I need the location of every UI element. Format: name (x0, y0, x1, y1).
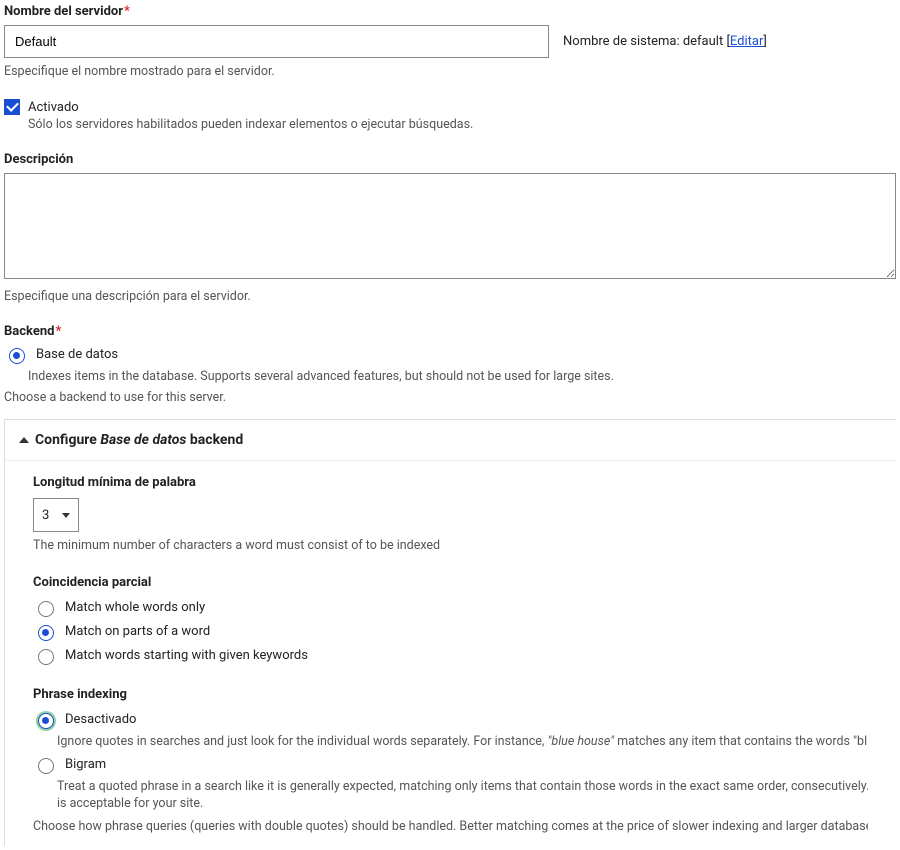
partial-whole-radio[interactable] (38, 601, 54, 617)
phrase-bigram-help: Treat a quoted phrase in a search like i… (57, 779, 868, 794)
server-name-label: Nombre del servidor* (4, 4, 896, 19)
backend-help: Choose a backend to use for this server. (4, 390, 896, 405)
backend-database-label: Base de datos (36, 347, 118, 362)
partial-matching-field: Coincidencia parcial Match whole words o… (33, 575, 868, 665)
min-word-length-label: Longitud mínima de palabra (33, 475, 868, 490)
enabled-checkbox[interactable] (4, 99, 20, 115)
enabled-field: Activado Sólo los servidores habilitados… (4, 99, 896, 132)
backend-database-help: Indexes items in the database. Supports … (28, 369, 896, 384)
phrase-indexing-label: Phrase indexing (33, 687, 868, 702)
configure-backend-panel: Configure Base de datos backend Longitud… (4, 419, 896, 846)
phrase-disabled-label: Desactivado (65, 712, 136, 727)
partial-start-label: Match words starting with given keywords (65, 648, 308, 663)
backend-database-radio[interactable] (9, 348, 25, 364)
server-name-field: Nombre del servidor* Nombre de sistema: … (4, 4, 896, 79)
partial-start-radio[interactable] (38, 649, 54, 665)
system-name-text: Nombre de sistema: default [Editar] (563, 34, 767, 49)
partial-whole-label: Match whole words only (65, 600, 205, 615)
partial-matching-label: Coincidencia parcial (33, 575, 868, 590)
description-label: Descripción (4, 152, 896, 167)
min-word-length-select[interactable]: 3 (33, 498, 79, 532)
configure-backend-toggle[interactable]: Configure Base de datos backend (5, 420, 896, 461)
phrase-bigram-help-line2: is acceptable for your site. (57, 796, 868, 811)
phrase-bigram-radio[interactable] (38, 758, 54, 774)
server-name-input[interactable] (4, 25, 549, 58)
phrase-indexing-help: Choose how phrase queries (queries with … (33, 819, 868, 834)
partial-parts-label: Match on parts of a word (65, 624, 210, 639)
min-word-length-field: Longitud mínima de palabra 3 The minimum… (33, 475, 868, 553)
phrase-bigram-label: Bigram (65, 757, 106, 772)
server-name-help: Especifique el nombre mostrado para el s… (4, 64, 896, 79)
edit-machine-name-link[interactable]: Editar (730, 34, 764, 49)
description-field: Descripción Especifique una descripción … (4, 152, 896, 304)
chevron-down-icon (62, 513, 70, 518)
enabled-label: Activado (28, 100, 79, 115)
min-word-length-value: 3 (42, 508, 49, 523)
required-asterisk: * (55, 324, 61, 339)
phrase-indexing-field: Phrase indexing Desactivado Ignore quote… (33, 687, 868, 834)
description-help: Especifique una descripción para el serv… (4, 289, 896, 304)
description-textarea[interactable] (4, 173, 896, 279)
min-word-length-help: The minimum number of characters a word … (33, 538, 868, 553)
chevron-up-icon (19, 437, 29, 443)
phrase-disabled-help: Ignore quotes in searches and just look … (57, 734, 868, 749)
backend-label: Backend* (4, 324, 896, 339)
enabled-help: Sólo los servidores habilitados pueden i… (28, 117, 896, 132)
backend-field: Backend* Base de datos Indexes items in … (4, 324, 896, 405)
phrase-disabled-radio[interactable] (38, 713, 54, 729)
partial-parts-radio[interactable] (38, 625, 54, 641)
required-asterisk: * (124, 4, 130, 19)
